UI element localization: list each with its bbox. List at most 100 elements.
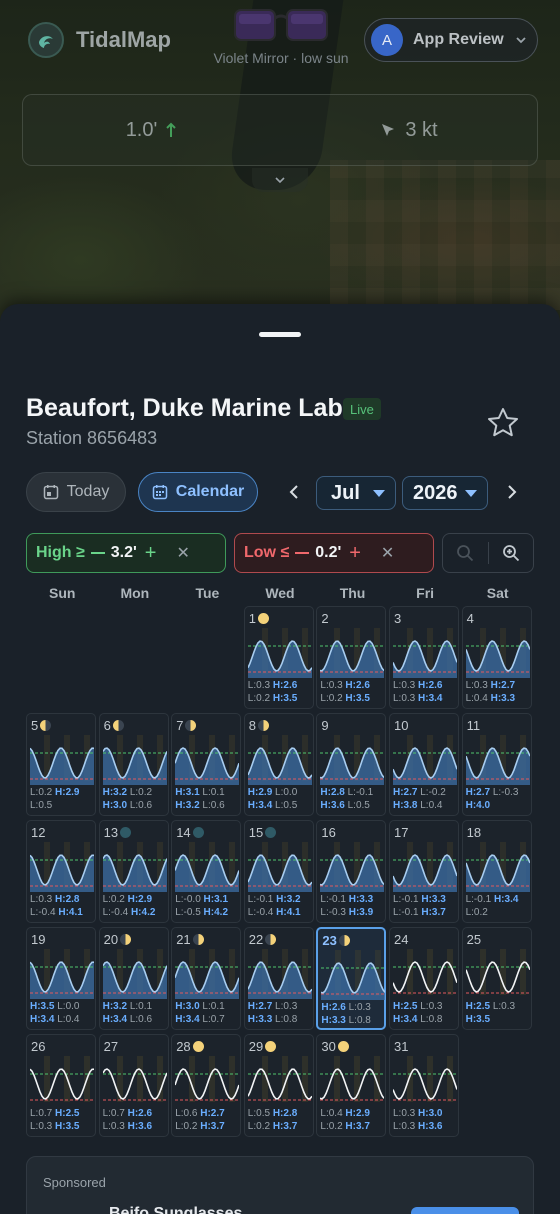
plus-icon[interactable]: + [349,542,361,565]
calendar-day-cell[interactable]: 9 H:2.8 L:-0.1 H:3.6 L:0.5 [316,713,387,816]
sponsored-cta-button[interactable] [411,1207,519,1214]
sponsored-title: Bejfo Sunglasses [109,1205,243,1214]
chevron-right-icon[interactable] [502,482,522,502]
low-tide-value: L:0.4 [465,693,488,704]
tide-extremes-row: H:2.7 L:-0.3 [466,787,532,798]
expand-conditions-button[interactable] [252,168,308,192]
calendar-day-cell[interactable]: 18 L:-0.1 H:3.4 L:0.2 [461,820,532,923]
day-number-text: 21 [176,932,191,947]
calendar-day-cell[interactable]: 4 L:0.3 H:2.7 L:0.4 H:3.3 [461,606,532,709]
tide-extremes-row: H:3.0 L:0.6 [103,800,169,811]
tide-curve-chart [102,949,167,999]
plus-icon[interactable]: + [145,542,157,565]
clear-low-filter-icon[interactable]: ✕ [381,543,394,563]
calendar-day-cell[interactable]: 14 L:-0.0 H:3.1 L:-0.5 H:4.2 [171,820,242,923]
moon-phase-icon [258,613,270,624]
calendar-day-cell[interactable]: 30 L:0.4 H:2.9 L:0.2 H:3.7 [316,1034,387,1137]
tide-extremes-row: L:-0.4 H:4.1 [248,907,314,918]
calendar-day-cell[interactable]: 28 L:0.6 H:2.7 L:0.2 H:3.7 [171,1034,242,1137]
calendar-day-cell[interactable]: 27 L:0.7 H:2.6 L:0.3 H:3.6 [98,1034,169,1137]
high-filter-value[interactable]: 3.2' [111,544,139,562]
tide-curve-chart [247,628,312,678]
calendar-day-cell[interactable]: 23 H:2.6 L:0.3 H:3.3 L:0.8 [316,927,387,1030]
day-number-text: 26 [31,1039,46,1054]
moon-phase-icon [192,934,204,945]
low-tide-value: L:0.7 [102,1108,125,1119]
moon-phase-icon [112,720,124,731]
tide-extremes-row: H:2.5 L:0.3 [393,1001,459,1012]
tide-curve-chart [393,735,457,785]
tide-extremes-row: H:3.2 L:0.1 [103,1001,169,1012]
high-tide-value: H:3.4 [493,894,519,905]
day-number: 11 [467,718,481,733]
tide-curve-chart [393,949,457,995]
low-filter-value[interactable]: 0.2' [315,544,343,562]
calendar-day-cell[interactable]: 12 L:0.3 H:2.8 L:-0.4 H:4.1 [26,820,96,923]
conditions-card[interactable]: 1.0' 3 kt [22,94,538,166]
today-button[interactable]: Today [26,472,126,512]
day-number-text: 31 [394,1039,409,1054]
calendar-day-cell[interactable]: 6 H:3.2 L:0.2 H:3.0 L:0.6 [98,713,169,816]
calendar-day-cell[interactable]: 29 L:0.5 H:2.8 L:0.2 H:3.7 [243,1034,314,1137]
promo-banner[interactable]: Violet Mirror · low sun [206,8,356,66]
tide-extremes-row: L:0.3 H:2.7 [466,680,532,691]
calendar-day-cell[interactable]: 1 L:0.3 H:2.6 L:0.2 H:3.5 [243,606,314,709]
day-number-text: 12 [31,825,46,840]
clear-high-filter-icon[interactable]: ✕ [176,543,189,563]
low-tide-value: L:0.3 [465,680,488,691]
tide-curve-chart [321,950,386,1000]
day-number: 23 [322,933,350,948]
calendar-day-cell[interactable]: 15 L:-0.1 H:3.2 L:-0.4 H:4.1 [243,820,314,923]
calendar-day-cell[interactable]: 22 H:2.7 L:0.3 H:3.3 L:0.8 [243,927,314,1030]
calendar-day-cell[interactable]: 7 H:3.1 L:0.1 H:3.2 L:0.6 [171,713,242,816]
high-tide-value: H:3.4 [175,1014,200,1025]
year-select[interactable]: 2026 [402,476,488,510]
decrease-high-button[interactable] [90,552,105,554]
sheet-drag-handle[interactable] [259,332,301,337]
zoom-in-button[interactable] [489,533,534,573]
calendar-day-cell[interactable]: 10 H:2.7 L:-0.2 H:3.8 L:0.4 [389,713,459,816]
calendar-day-cell[interactable]: 31 L:0.3 H:3.0 L:0.3 H:3.6 [389,1034,459,1137]
brand[interactable]: TidalMap [28,22,171,58]
sponsored-card[interactable]: Sponsored Bejfo Sunglasses [26,1156,534,1214]
calendar-day-cell[interactable]: 2 L:0.3 H:2.6 L:0.2 H:3.5 [316,606,387,709]
high-tide-value: H:3.7 [272,1121,298,1132]
tide-extremes-row: L:-0.1 H:3.3 [320,894,386,905]
tide-extremes-row: L:0.2 H:3.7 [248,1121,314,1132]
high-tide-value: H:2.9 [247,787,273,798]
low-tide-value: L:0.1 [202,787,225,798]
calendar-day-cell[interactable]: 3 L:0.3 H:2.6 L:0.3 H:3.4 [389,606,459,709]
weekday-label: Tue [195,585,220,601]
calendar-day-cell[interactable]: 24 H:2.5 L:0.3 H:3.4 L:0.8 [389,927,459,1030]
tide-extremes-row: L:0.2 H:3.5 [320,693,386,704]
account-menu-button[interactable]: A App Review [364,18,538,62]
month-select[interactable]: Jul [316,476,396,510]
chevron-left-icon[interactable] [284,482,304,502]
high-tide-value: H:3.4 [393,1014,418,1025]
calendar-day-cell[interactable]: 20 H:3.2 L:0.1 H:3.4 L:0.6 [98,927,169,1030]
weekday-label: Mon [120,585,150,601]
calendar-day-cell[interactable]: 21 H:3.0 L:0.1 H:3.4 L:0.7 [171,927,242,1030]
tide-extremes-row: L:-0.5 H:4.2 [175,907,241,918]
calendar-day-cell[interactable]: 25 H:2.5 L:0.3 H:3.5 [461,927,532,1030]
calendar-day-cell[interactable]: 5 L:0.2 H:2.9 L:0.5 [26,713,96,816]
calendar-day-cell[interactable]: 16 L:-0.1 H:3.3 L:-0.3 H:3.9 [316,820,387,923]
zoom-out-button[interactable] [443,533,488,573]
calendar-day-cell[interactable]: 8 H:2.9 L:0.0 H:3.4 L:0.5 [243,713,314,816]
day-number-text: 16 [321,825,336,840]
tide-extremes-row: H:3.4 L:0.8 [393,1014,459,1025]
calendar-day-cell[interactable]: 13 L:0.2 H:2.9 L:-0.4 H:4.2 [98,820,169,923]
calendar-day-cell[interactable]: 17 L:-0.1 H:3.3 L:-0.1 H:3.7 [389,820,459,923]
decrease-low-button[interactable] [295,552,310,554]
low-tide-value: L:-0.1 [465,894,492,905]
tide-extremes-row: L:-0.0 H:3.1 [175,894,241,905]
day-number-text: 5 [31,718,39,733]
day-number: 13 [104,825,132,840]
high-tide-value: H:2.8 [55,894,80,905]
calendar-day-cell[interactable]: 19 H:3.5 L:0.0 H:3.4 L:0.4 [26,927,96,1030]
calendar-day-cell[interactable]: 26 L:0.7 H:2.5 L:0.3 H:3.5 [26,1034,96,1137]
calendar-day-cell[interactable]: 11 H:2.7 L:-0.3 H:4.0 [461,713,532,816]
day-number-text: 30 [321,1039,336,1054]
favorite-star-icon[interactable] [486,406,520,440]
calendar-button[interactable]: Calendar [138,472,258,512]
